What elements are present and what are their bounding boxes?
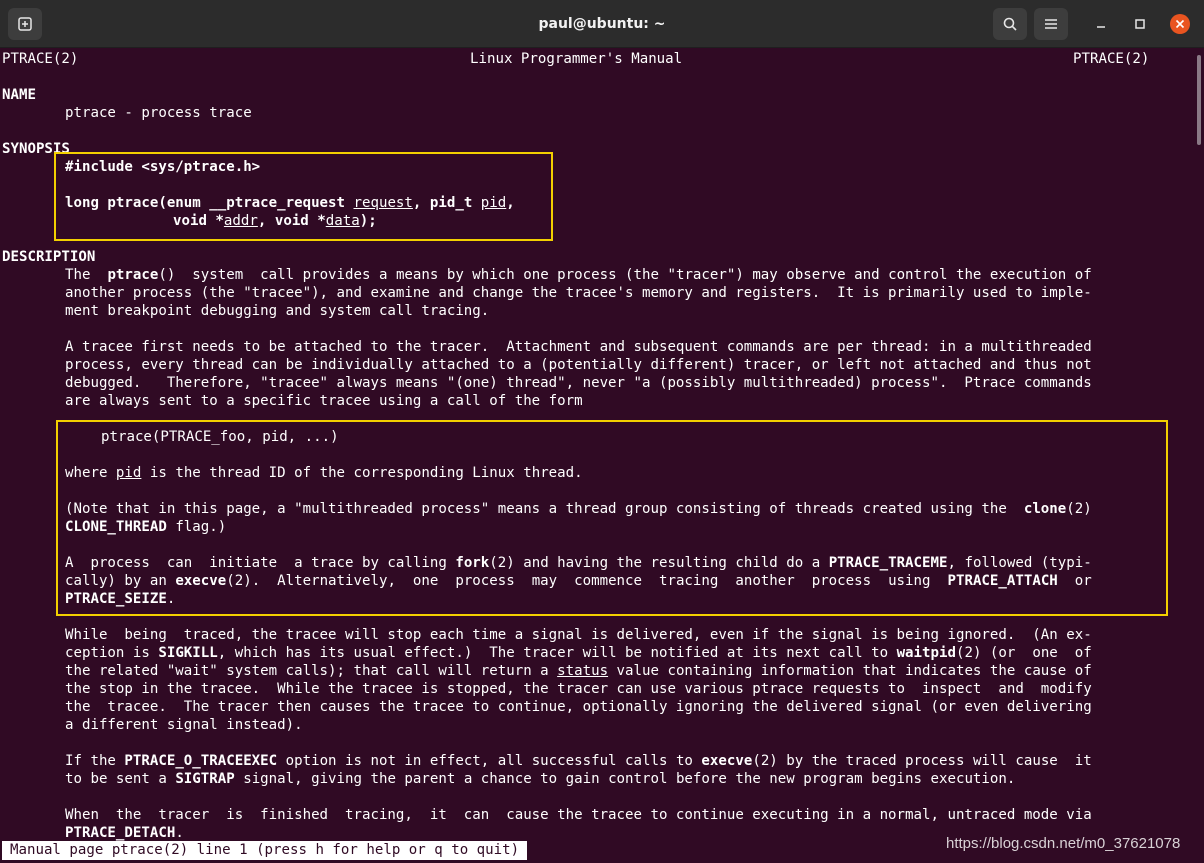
menu-button[interactable] xyxy=(1034,8,1068,40)
traceexec-line: to be sent a SIGTRAP signal, giving the … xyxy=(65,771,1016,787)
maximize-icon xyxy=(1135,19,1145,29)
traced-line: the tracee. The tracer then causes the t… xyxy=(65,699,1092,715)
desc-line: process, every thread can be individuall… xyxy=(65,357,1092,373)
traced-line: ception is SIGKILL, which has its usual … xyxy=(65,645,1092,661)
detach-line: PTRACE_DETACH. xyxy=(65,825,184,841)
window-titlebar: paul@ubuntu: ~ xyxy=(0,0,1204,48)
name-description: ptrace - process trace xyxy=(65,105,252,121)
man-header-center: Linux Programmer's Manual xyxy=(470,51,683,67)
search-icon xyxy=(1003,17,1017,31)
traced-line: a different signal instead). xyxy=(65,717,303,733)
detach-line: When the tracer is finished tracing, it … xyxy=(65,807,1092,823)
new-tab-icon xyxy=(18,17,32,31)
traceexec-line: If the PTRACE_O_TRACEEXEC option is not … xyxy=(65,753,1092,769)
section-name-heading: NAME xyxy=(2,87,36,103)
section-description-heading: DESCRIPTION xyxy=(2,249,96,265)
traced-line: the related "wait" system calls); that c… xyxy=(65,663,1092,679)
scrollbar-thumb[interactable] xyxy=(1197,55,1201,145)
desc-line: ment breakpoint debugging and system cal… xyxy=(65,303,490,319)
terminal-area[interactable]: PTRACE(2) Linux Programmer's Manual PTRA… xyxy=(0,49,1194,863)
minimize-button[interactable] xyxy=(1091,14,1111,34)
close-button[interactable] xyxy=(1170,14,1190,34)
search-button[interactable] xyxy=(993,8,1027,40)
desc-line: The ptrace() system call provides a mean… xyxy=(65,267,1092,283)
man-header-right: PTRACE(2) xyxy=(1073,51,1150,67)
traced-line: While being traced, the tracee will stop… xyxy=(65,627,1092,643)
close-icon xyxy=(1170,14,1190,34)
man-header-left: PTRACE(2) xyxy=(2,51,79,67)
synopsis-highlight-box xyxy=(54,152,553,241)
terminal-scrollbar[interactable] xyxy=(1194,49,1204,863)
desc-line: are always sent to a specific tracee usi… xyxy=(65,393,583,409)
new-tab-button[interactable] xyxy=(8,8,42,40)
minimize-icon xyxy=(1097,26,1105,28)
hamburger-menu-icon xyxy=(1045,19,1057,29)
desc-line: debugged. Therefore, "tracee" always mea… xyxy=(65,375,1092,391)
maximize-button[interactable] xyxy=(1130,14,1150,34)
desc-line: another process (the "tracee"), and exam… xyxy=(65,285,1092,301)
pager-status-line: Manual page ptrace(2) line 1 (press h fo… xyxy=(2,841,528,860)
traced-line: the stop in the tracee. While the tracee… xyxy=(65,681,1092,697)
description-highlight-box xyxy=(56,420,1168,616)
watermark-url: https://blog.csdn.net/m0_37621078 xyxy=(946,835,1181,852)
desc-line: A tracee first needs to be attached to t… xyxy=(65,339,1092,355)
